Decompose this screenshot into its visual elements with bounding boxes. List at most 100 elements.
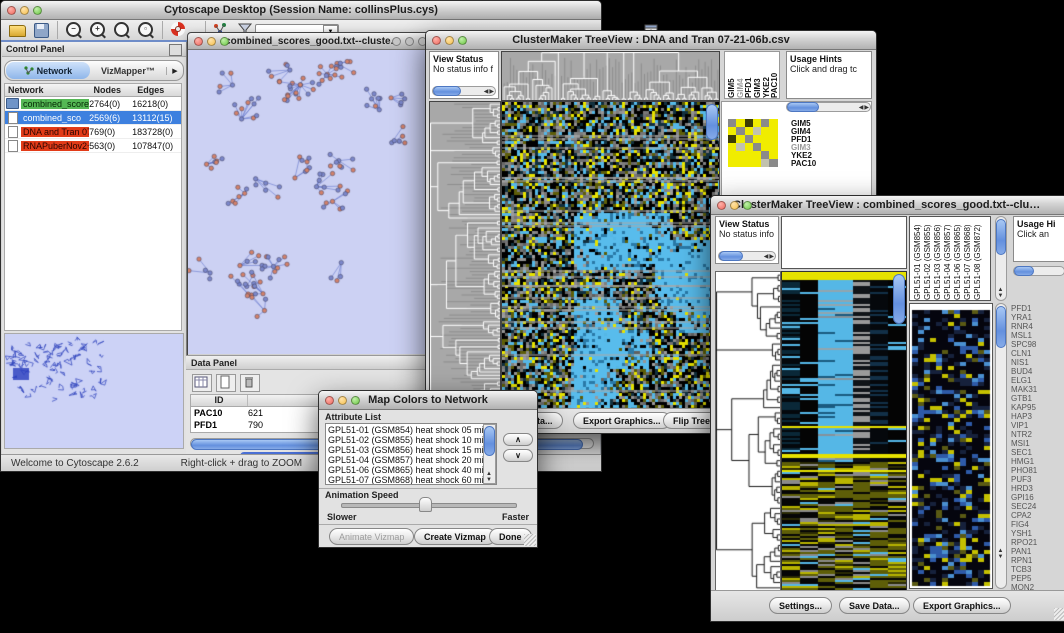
- treeview-dna-title-bar[interactable]: ClusterMaker TreeView : DNA and Tran 07-…: [426, 31, 876, 50]
- combined-top-vscroll[interactable]: ▲▼: [995, 216, 1007, 301]
- attribute-list-item[interactable]: GPL51-01 (GSM854) heat shock 05 min: [328, 425, 482, 435]
- float-panel-icon[interactable]: [169, 44, 182, 56]
- scroll-right-icon[interactable]: ▶: [769, 253, 775, 260]
- gene-label[interactable]: GTB1: [1011, 394, 1063, 403]
- close-icon[interactable]: [392, 37, 401, 46]
- resize-grip[interactable]: [1054, 608, 1064, 620]
- network-list-row[interactable]: combined_scores 2764(0) 16218(0): [5, 97, 181, 111]
- gene-label[interactable]: HMG1: [1011, 457, 1063, 466]
- save-icon[interactable]: [31, 21, 51, 39]
- dna-hints-scrollbar[interactable]: ◀ ▶: [786, 102, 871, 112]
- gene-label[interactable]: SEC24: [1011, 502, 1063, 511]
- close-icon[interactable]: [7, 6, 16, 15]
- attribute-list-item[interactable]: GPL51-06 (GSM865) heat shock 40 min: [328, 465, 482, 475]
- resize-grip[interactable]: [524, 534, 536, 546]
- heatmap-column-label[interactable]: GPL51-01 (GSM854): [913, 217, 923, 300]
- minimize-icon[interactable]: [338, 396, 347, 405]
- gene-label[interactable]: FIG4: [1011, 520, 1063, 529]
- heatmap-column-label[interactable]: GPL51-04 (GSM857): [943, 217, 953, 300]
- attribute-list-item[interactable]: GPL51-07 (GSM868) heat shock 60 min: [328, 475, 482, 485]
- gene-label[interactable]: VIP1: [1011, 421, 1063, 430]
- animation-speed-slider-thumb[interactable]: [419, 497, 432, 512]
- select-attributes-icon[interactable]: [192, 374, 212, 392]
- heatmap-column-label[interactable]: GPL51-06 (GSM865): [953, 217, 963, 300]
- heatmap-column-label[interactable]: GPL51-07 (GSM868): [963, 217, 973, 300]
- export-graphics-button[interactable]: Export Graphics...: [913, 597, 1011, 614]
- dna-selected-cluster-matrix[interactable]: [728, 119, 778, 167]
- view-status-scrollbar[interactable]: ◀ ▶: [432, 86, 496, 96]
- zoom-fit-icon[interactable]: ▫: [136, 21, 156, 39]
- gene-label[interactable]: CLN1: [1011, 349, 1063, 358]
- create-vizmap-button[interactable]: Create Vizmap: [414, 528, 496, 545]
- gene-label[interactable]: HRD3: [1011, 484, 1063, 493]
- zoom-window-icon[interactable]: [220, 37, 229, 46]
- move-attribute-up-button[interactable]: ∧: [503, 433, 533, 446]
- gene-label[interactable]: ELG1: [1011, 376, 1063, 385]
- combined-row-dendrogram[interactable]: [715, 271, 781, 591]
- dna-column-dendrogram[interactable]: [501, 51, 720, 101]
- combined-column-dendrogram[interactable]: [781, 216, 907, 269]
- minimize-icon[interactable]: [445, 36, 454, 45]
- attribute-list[interactable]: GPL51-01 (GSM854) heat shock 05 minGPL51…: [325, 423, 497, 485]
- minimize-icon[interactable]: [207, 37, 216, 46]
- zoom-window-icon[interactable]: [33, 6, 42, 15]
- gene-label[interactable]: YSH1: [1011, 529, 1063, 538]
- map-colors-title-bar[interactable]: Map Colors to Network: [319, 391, 537, 410]
- heatmap-column-label[interactable]: GPL51-02 (GSM855): [923, 217, 933, 300]
- heatmap-column-label[interactable]: PAC10: [770, 52, 779, 98]
- attribute-list-item[interactable]: GPL51-02 (GSM855) heat shock 10 min: [328, 435, 482, 445]
- gene-label[interactable]: MAK31: [1011, 385, 1063, 394]
- attribute-list-item[interactable]: GPL51-03 (GSM856) heat shock 15 min: [328, 445, 482, 455]
- combined-hints-scrollbar[interactable]: [1013, 266, 1064, 276]
- combined-heatmap[interactable]: [781, 271, 907, 591]
- combined-selected-heatmap[interactable]: [910, 304, 992, 588]
- new-attribute-icon[interactable]: [216, 374, 236, 392]
- combined-right-vscroll[interactable]: ▲▼: [995, 303, 1007, 589]
- combined-heatmap-vscroll[interactable]: [893, 274, 905, 324]
- dna-heatmap[interactable]: [501, 101, 720, 411]
- zoom-window-icon[interactable]: [458, 36, 467, 45]
- scroll-right-icon[interactable]: ▶: [489, 88, 495, 95]
- gene-label[interactable]: KAP95: [1011, 403, 1063, 412]
- treeview-combined-title-bar[interactable]: ClusterMaker TreeView : combined_scores_…: [711, 196, 1064, 215]
- gene-label[interactable]: PAN1: [1011, 547, 1063, 556]
- network-table-header[interactable]: Network Nodes Edges: [4, 83, 182, 97]
- gene-label[interactable]: NIS1: [1011, 358, 1063, 367]
- gene-label[interactable]: RNR4: [1011, 322, 1063, 331]
- network-list-row[interactable]: RNAPuberNov2+I 563(0) 107847(0): [5, 139, 181, 153]
- gene-label[interactable]: PHO81: [1011, 466, 1063, 475]
- zoom-window-icon[interactable]: [351, 396, 360, 405]
- heatmap-column-label[interactable]: GIM3: [753, 52, 762, 98]
- scroll-down-icon[interactable]: ▼: [486, 477, 493, 483]
- dna-row-dendrogram[interactable]: [429, 101, 501, 411]
- zoom-out-icon[interactable]: −: [64, 21, 84, 39]
- gene-label[interactable]: SEC1: [1011, 448, 1063, 457]
- gene-label[interactable]: YRA1: [1011, 313, 1063, 322]
- network-canvas-1[interactable]: [188, 50, 434, 354]
- window-controls[interactable]: [7, 6, 42, 15]
- scroll-down-icon[interactable]: ▼: [998, 554, 1005, 560]
- main-title-bar[interactable]: Cytoscape Desktop (Session Name: collins…: [1, 1, 601, 20]
- tab-network[interactable]: Network: [6, 62, 90, 79]
- dna-heatmap-vscroll[interactable]: [706, 104, 718, 140]
- export-graphics-button[interactable]: Export Graphics...: [573, 412, 671, 429]
- gene-label[interactable]: TCB3: [1011, 565, 1063, 574]
- gene-label[interactable]: PUF3: [1011, 475, 1063, 484]
- gene-label[interactable]: PEP5: [1011, 574, 1063, 583]
- close-icon[interactable]: [432, 36, 441, 45]
- scroll-right-icon[interactable]: ▶: [864, 104, 870, 111]
- gene-label[interactable]: NTR2: [1011, 430, 1063, 439]
- minimize-icon[interactable]: [730, 201, 739, 210]
- zoom-in-icon[interactable]: +: [88, 21, 108, 39]
- scroll-down-icon[interactable]: ▼: [998, 293, 1005, 299]
- attribute-list-item[interactable]: GPL51-04 (GSM857) heat shock 20 min: [328, 455, 482, 465]
- minimize-icon[interactable]: [405, 37, 414, 46]
- help-lifesaver-icon[interactable]: [169, 21, 189, 39]
- gene-label[interactable]: SPC98: [1011, 340, 1063, 349]
- gene-label[interactable]: RPN1: [1011, 556, 1063, 565]
- gene-label[interactable]: GPI16: [1011, 493, 1063, 502]
- gene-label[interactable]: MSL1: [1011, 331, 1063, 340]
- gene-label[interactable]: HAP3: [1011, 412, 1063, 421]
- attribute-list-vscroll[interactable]: ▲▼: [483, 424, 496, 484]
- network-list-row[interactable]: combined_sco 2569(6) 13112(15): [5, 111, 181, 125]
